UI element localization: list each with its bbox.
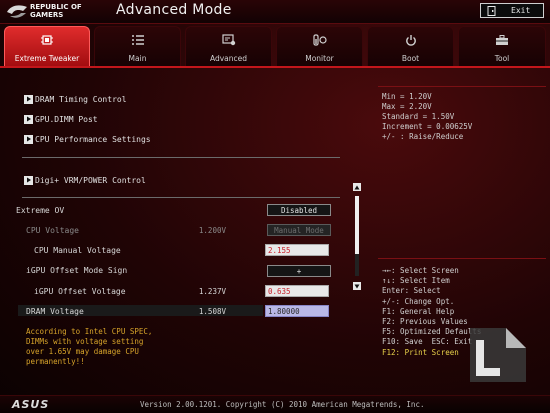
dram-voltage-input[interactable]: 1.80000 xyxy=(265,305,329,317)
watermark-logo xyxy=(470,328,526,382)
cpu-manual-voltage-label: CPU Manual Voltage xyxy=(34,246,121,255)
info-line: +/- : Raise/Reduce xyxy=(382,132,464,141)
voltage-range-info: Min = 1.20V Max = 2.20V Standard = 1.50V In… xyxy=(382,92,472,142)
help-line: According to Intel CPU SPEC, xyxy=(26,327,153,336)
rog-brand-text: REPUBLIC OF GAMERS xyxy=(30,3,82,19)
divider xyxy=(22,157,340,158)
info-divider xyxy=(378,86,546,87)
version-text: Version 2.00.1201. Copyright (C) 2010 Am… xyxy=(140,400,425,409)
tab-label: Advanced xyxy=(209,54,248,63)
igpu-offset-voltage-current: 1.237V xyxy=(198,287,226,296)
dram-voltage-current: 1.508V xyxy=(198,307,226,316)
tab-monitor[interactable]: Monitor xyxy=(276,26,363,66)
rog-logo: REPUBLIC OF GAMERS xyxy=(6,2,106,22)
igpu-offset-voltage-label: iGPU Offset Voltage xyxy=(34,287,126,296)
igpu-offset-mode-label: iGPU Offset Mode Sign xyxy=(26,266,128,275)
rog-eye-icon xyxy=(7,5,27,18)
key-hint: →←: Select Screen xyxy=(382,266,459,275)
exit-button[interactable]: Exit xyxy=(480,3,544,18)
tab-extreme-tweaker[interactable]: Extreme Tweaker xyxy=(4,26,90,66)
tab-advanced[interactable]: Advanced xyxy=(185,26,272,66)
info-line: Min = 1.20V xyxy=(382,92,432,101)
key-hint: +/-: Change Opt. xyxy=(382,296,455,306)
info-line: Standard = 1.50V xyxy=(382,112,455,121)
tab-label: Boot xyxy=(401,54,420,63)
link-label: CPU Performance Settings xyxy=(35,134,151,144)
asus-logo: ASUS xyxy=(12,398,50,411)
scrollbar-thumb[interactable] xyxy=(355,196,359,254)
key-hint: Enter: Select xyxy=(382,286,441,296)
link-gpu-dimm-post[interactable]: GPU.DIMM Post xyxy=(24,113,98,125)
link-label: Digi+ VRM/POWER Control xyxy=(35,175,146,185)
monitor-gauge-icon xyxy=(312,34,327,46)
tab-tool[interactable]: Tool xyxy=(458,26,546,66)
brand-line2: GAMERS xyxy=(30,10,64,19)
extreme-ov-field[interactable]: Disabled xyxy=(267,204,331,216)
help-line: over 1.65V may damage CPU xyxy=(26,347,139,356)
chevron-right-icon xyxy=(24,94,33,104)
divider xyxy=(22,197,340,198)
toolbox-icon xyxy=(496,35,508,45)
igpu-offset-voltage-input[interactable]: 0.635 xyxy=(265,285,329,297)
page-title: Advanced Mode xyxy=(116,2,232,18)
link-cpu-performance[interactable]: CPU Performance Settings xyxy=(24,133,151,145)
tab-label: Main xyxy=(128,54,147,63)
tab-underline xyxy=(0,66,550,68)
advanced-settings-icon xyxy=(221,34,235,46)
link-label: DRAM Timing Control xyxy=(35,94,127,104)
scroll-up-button[interactable] xyxy=(353,183,361,191)
power-icon xyxy=(405,35,416,46)
arrow-down-icon xyxy=(354,284,360,288)
link-label: GPU.DIMM Post xyxy=(35,114,98,124)
cpu-voltage-field[interactable]: Manual Mode xyxy=(267,224,331,236)
tab-boot[interactable]: Boot xyxy=(367,26,454,66)
help-line: permanently!! xyxy=(26,357,85,366)
tab-label: Monitor xyxy=(305,54,334,63)
cpu-voltage-current: 1.200V xyxy=(198,226,226,235)
link-dram-timing[interactable]: DRAM Timing Control xyxy=(24,93,127,105)
cpu-chip-icon xyxy=(41,35,53,45)
chevron-right-icon xyxy=(24,114,33,124)
tab-main[interactable]: Main xyxy=(94,26,181,66)
igpu-offset-mode-field[interactable]: + xyxy=(267,265,331,277)
cpu-manual-voltage-input[interactable]: 2.155 xyxy=(265,244,329,256)
key-hint: F1: General Help xyxy=(382,306,455,316)
info-line: Increment = 0.00625V xyxy=(382,122,473,131)
warning-help-text: According to Intel CPU SPEC, DIMMs with v… xyxy=(26,327,152,367)
info-divider xyxy=(378,258,546,259)
tab-label: Extreme Tweaker xyxy=(14,54,80,63)
footer-bar: ASUS Version 2.00.1201. Copyright (C) 20… xyxy=(0,395,550,413)
top-bar: REPUBLIC OF GAMERS Advanced Mode Exit xyxy=(0,0,550,24)
exit-door-icon xyxy=(487,5,496,16)
list-icon xyxy=(131,35,144,45)
cpu-voltage-label: CPU Voltage xyxy=(26,226,79,235)
extreme-ov-label: Extreme OV xyxy=(16,206,65,215)
chevron-right-icon xyxy=(24,175,33,185)
help-line: DIMMs with voltage setting xyxy=(26,337,144,346)
scroll-down-button[interactable] xyxy=(353,282,361,290)
arrow-up-icon xyxy=(354,185,360,189)
dram-voltage-label: DRAM Voltage xyxy=(26,307,84,316)
chevron-right-icon xyxy=(24,134,33,144)
bios-screen: REPUBLIC OF GAMERS Advanced Mode Exit Ex… xyxy=(0,0,550,413)
tab-label: Tool xyxy=(494,54,510,63)
key-hint: ↑↓: Select Item xyxy=(382,276,450,286)
info-line: Max = 2.20V xyxy=(382,102,432,111)
exit-label: Exit xyxy=(511,6,531,15)
link-digi-vrm[interactable]: Digi+ VRM/POWER Control xyxy=(24,174,146,186)
main-tabs: Extreme Tweaker Main Advanced Monitor Bo… xyxy=(4,26,548,66)
